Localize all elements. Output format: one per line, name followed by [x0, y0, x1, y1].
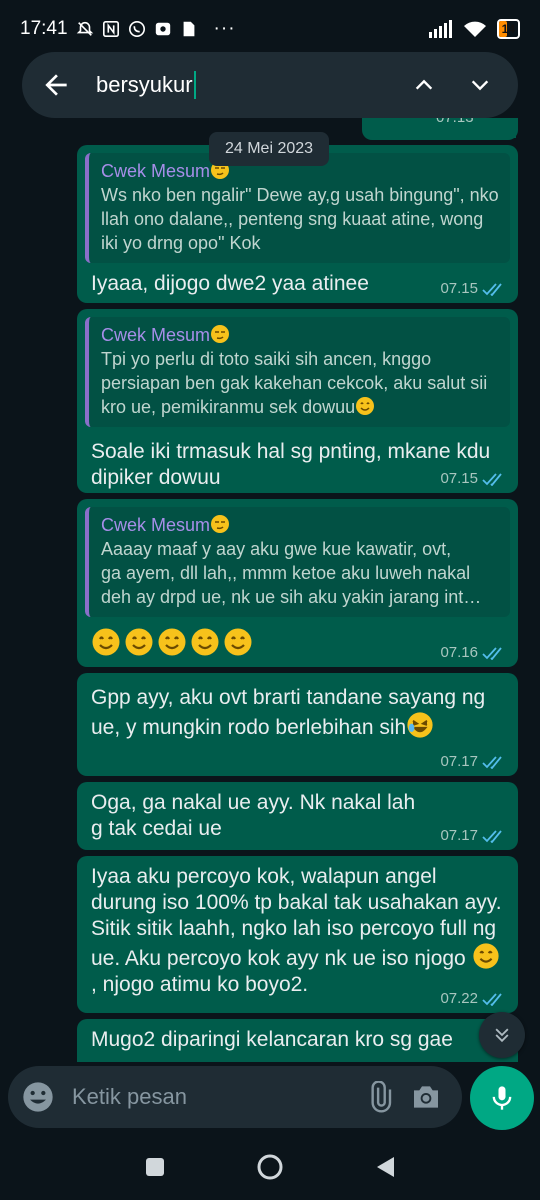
message-meta: 07.15	[440, 470, 506, 487]
quoted-text: Ws nko ben ngalir" Dewe ay,g usah bingun…	[101, 185, 499, 253]
chat-area[interactable]: 07.13 24 Mei 2023 Cwek Mesum Ws nko ben …	[0, 118, 540, 1062]
quoted-message[interactable]: Cwek Mesum Tpi yo perlu di toto saiki si…	[85, 317, 510, 427]
chevron-down-icon	[471, 80, 489, 91]
message-meta: 07.15	[440, 280, 506, 297]
double-check-read-icon	[482, 646, 502, 660]
recent-apps-icon[interactable]	[144, 1156, 166, 1178]
voice-record-button[interactable]	[470, 1066, 534, 1130]
message-bubble[interactable]: Cwek Mesum Tpi yo perlu di toto saiki si…	[77, 309, 518, 493]
blush-emoji-icon	[356, 397, 375, 415]
message-meta: 07.17	[440, 827, 506, 844]
app-notification-icon	[155, 22, 170, 36]
message-time: 07.16	[440, 644, 478, 661]
back-icon[interactable]	[374, 1155, 396, 1179]
more-notifications-icon: ···	[213, 18, 236, 39]
smiling-emoji-icon	[224, 628, 252, 656]
search-bar: bersyukur	[22, 52, 518, 118]
message-bubble[interactable]: Mugo2 diparingi kelancaran kro sg gae	[77, 1019, 518, 1062]
message-bubble[interactable]: Cwek Mesum Ws nko ben ngalir" Dewe ay,g …	[77, 145, 518, 303]
message-time: 07.15	[440, 470, 478, 487]
file-icon	[183, 21, 194, 37]
smirk-emoji-icon	[211, 515, 230, 533]
message-time: 07.17	[440, 827, 478, 844]
laughing-emoji-icon	[407, 712, 433, 738]
message-bubble[interactable]: Cwek Mesum Aaaay maaf y aay aku gwe kue …	[77, 499, 518, 667]
quoted-text-line: ga ayem, dll lah,, mmm ketoe aku luweh n…	[101, 563, 471, 583]
double-check-read-icon	[482, 755, 502, 769]
message-bubble[interactable]: Oga, ga nakal ue ayy. Nk nakal lah g tak…	[77, 782, 518, 850]
scroll-to-bottom-button[interactable]	[479, 1012, 525, 1058]
double-check-read-icon	[482, 992, 502, 1006]
emoji-icon[interactable]	[22, 1081, 54, 1113]
status-time: 17:41	[20, 18, 68, 39]
date-chip: 24 Mei 2023	[209, 132, 329, 166]
home-icon[interactable]	[256, 1153, 284, 1181]
whatsapp-icon	[128, 20, 145, 38]
double-check-read-icon	[482, 282, 502, 296]
message-bubble[interactable]: Gpp ayy, aku ovt brarti tandane sayang n…	[77, 673, 518, 776]
microphone-icon	[492, 1086, 512, 1110]
smiling-emoji-icon	[92, 628, 120, 656]
double-chevron-down-icon	[495, 1028, 509, 1043]
message-text: Iyaa aku percoyo kok, walapun angel duru…	[91, 865, 502, 970]
message-text: Mugo2 diparingi kelancaran kro sg gae	[91, 1028, 453, 1051]
search-next-button[interactable]	[460, 65, 500, 105]
nfc-icon	[102, 20, 119, 38]
battery-indicator: 14	[496, 19, 520, 39]
quoted-sender-name: Cwek Mesum	[101, 515, 211, 535]
status-bar: 17:41 ··· 14	[0, 0, 540, 58]
message-bubble[interactable]: Iyaa aku percoyo kok, walapun angel duru…	[77, 856, 518, 1013]
quoted-text-line: Aaaay maaf y aay aku gwe kue kawatir, ov…	[101, 539, 452, 559]
search-query: bersyukur	[96, 72, 193, 97]
quoted-sender-name: Cwek Mesum	[101, 325, 211, 345]
search-previous-button[interactable]	[404, 65, 444, 105]
smiling-emoji-icon	[472, 943, 499, 969]
signal-icon	[428, 20, 452, 38]
message-composer: Ketik pesan	[8, 1066, 462, 1128]
double-check-read-icon	[482, 472, 502, 486]
attach-icon[interactable]	[364, 1081, 396, 1113]
smiling-emoji-icon	[158, 628, 186, 656]
text-caret	[193, 71, 196, 99]
smirk-emoji-icon	[211, 325, 230, 343]
previous-message-bubble[interactable]: 07.13	[362, 118, 518, 140]
smiling-emoji-icon	[125, 628, 153, 656]
system-navigation-bar	[0, 1134, 540, 1200]
camera-icon[interactable]	[410, 1081, 442, 1113]
message-time: 07.22	[440, 990, 478, 1007]
chevron-up-icon	[415, 79, 433, 90]
message-meta: 07.22	[440, 990, 506, 1007]
search-input[interactable]: bersyukur	[96, 71, 378, 99]
wifi-icon	[463, 21, 486, 37]
mute-notification-icon	[76, 21, 93, 36]
quoted-text-line: deh ay drpd ue, nk ue sih aku yakin jara…	[101, 587, 482, 607]
double-check-read-icon	[482, 829, 502, 843]
smiling-emoji-icon	[191, 628, 219, 656]
previous-message-time: 07.13	[436, 118, 474, 126]
quoted-text: Tpi yo perlu di toto saiki sih ancen, kn…	[101, 349, 488, 417]
quoted-sender-name: Cwek Mesum	[101, 161, 211, 181]
message-meta: 07.16	[440, 644, 506, 661]
quoted-message[interactable]: Cwek Mesum Ws nko ben ngalir" Dewe ay,g …	[85, 153, 510, 263]
message-meta: 07.17	[440, 753, 506, 770]
back-arrow-icon[interactable]	[40, 69, 72, 101]
message-time: 07.17	[440, 753, 478, 770]
message-time: 07.15	[440, 280, 478, 297]
previous-message-tick	[506, 126, 516, 138]
battery-level: 14	[501, 22, 515, 36]
message-text: , njogo atimu ko boyo2.	[91, 973, 309, 996]
quoted-message[interactable]: Cwek Mesum Aaaay maaf y aay aku gwe kue …	[85, 507, 510, 617]
message-input[interactable]: Ketik pesan	[72, 1084, 350, 1110]
